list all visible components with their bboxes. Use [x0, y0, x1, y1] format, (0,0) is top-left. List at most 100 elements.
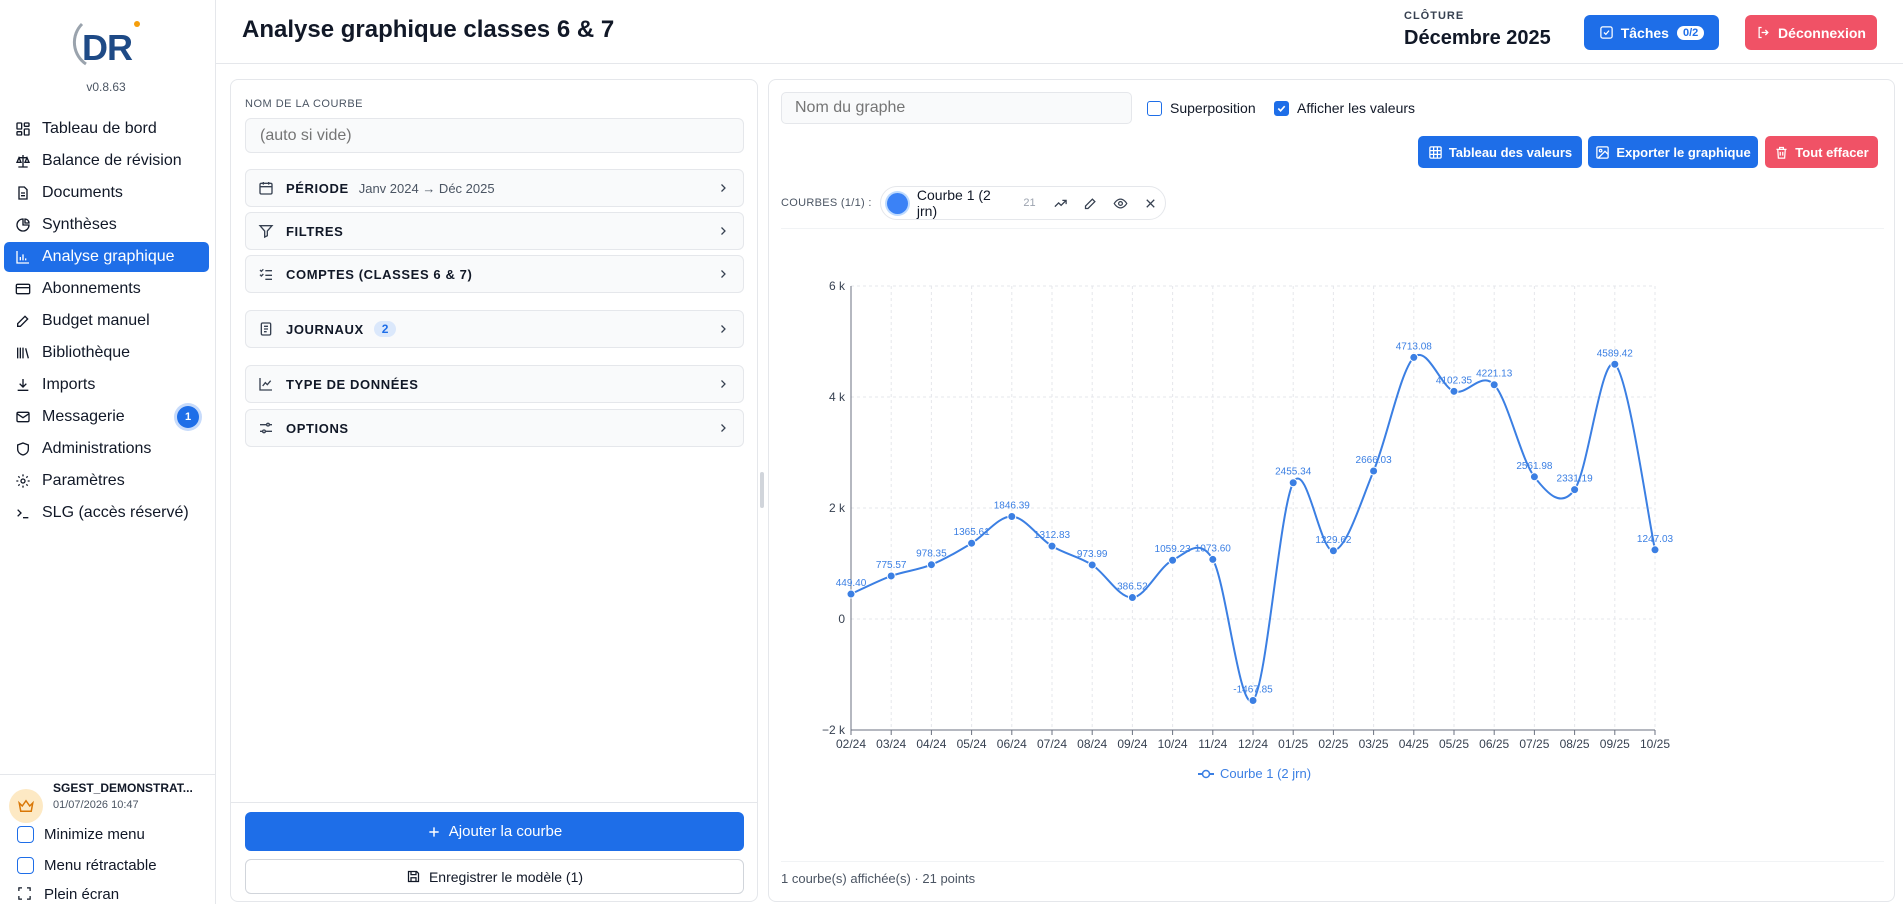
curve-color-dot[interactable]	[887, 192, 908, 214]
data-label: -1467.85	[1233, 684, 1273, 695]
save-model-button[interactable]: Enregistrer le modèle (1)	[245, 859, 744, 894]
user-box[interactable]: SGEST_DEMONSTRAT... 01/07/2026 10:47	[0, 774, 216, 823]
chart-panel: Superposition Afficher les valeurs Table…	[768, 79, 1895, 902]
sidebar-item-documents[interactable]: Documents	[4, 178, 209, 208]
section-journaux-title: JOURNAUX	[286, 321, 364, 337]
curve-name-input[interactable]	[245, 118, 744, 153]
data-point	[926, 560, 936, 570]
sidebar-item-label: Bibliothèque	[42, 344, 131, 361]
trend-icon[interactable]	[1046, 196, 1076, 211]
data-point	[1529, 472, 1539, 482]
data-point	[1047, 541, 1057, 551]
dashboard-icon	[13, 119, 33, 139]
sidebar-item-label: Tableau de bord	[42, 120, 157, 137]
main-nav: Tableau de bord Balance de révision Docume…	[4, 114, 209, 530]
data-point	[846, 589, 856, 599]
data-label: 4713.08	[1396, 341, 1433, 352]
sidebar-item-messagerie[interactable]: Messagerie 1	[4, 402, 209, 432]
sidebar-item-administrations[interactable]: Administrations	[4, 434, 209, 464]
sidebar-item-budget-manuel[interactable]: Budget manuel	[4, 306, 209, 336]
retractable-menu-toggle[interactable]: Menu rétractable	[17, 857, 157, 874]
section-type-donnees[interactable]: TYPE DE DONNÉES	[245, 365, 744, 403]
cloture-value: Décembre 2025	[1404, 27, 1551, 49]
data-point	[1610, 359, 1620, 369]
app-version: v0.8.63	[86, 80, 126, 94]
values-table-button[interactable]: Tableau des valeurs	[1418, 136, 1582, 168]
sidebar-item-label: Paramètres	[42, 472, 125, 489]
section-journaux[interactable]: JOURNAUX 2	[245, 310, 744, 348]
section-options[interactable]: OPTIONS	[245, 409, 744, 447]
y-tick-label: −2 k	[822, 723, 846, 737]
x-tick-label: 04/25	[1399, 737, 1429, 751]
data-point	[1087, 560, 1097, 570]
sidebar-item-abonnements[interactable]: Abonnements	[4, 274, 209, 304]
sidebar-item-bibliotheque[interactable]: Bibliothèque	[4, 338, 209, 368]
data-label: 4589.42	[1597, 348, 1634, 359]
section-filtres[interactable]: FILTRES	[245, 212, 744, 250]
sidebar-item-slg-acces-reserve[interactable]: SLG (accès réservé)	[4, 498, 209, 528]
fullscreen-button[interactable]: Plein écran	[17, 886, 119, 903]
legend-label: Courbe 1 (2 jrn)	[1220, 766, 1311, 781]
eye-icon[interactable]	[1105, 196, 1135, 211]
section-periode-range: Janv 2024 → Déc 2025	[358, 180, 495, 196]
legend-marker	[1201, 769, 1211, 779]
x-tick-label: 09/24	[1117, 737, 1147, 751]
data-label: 2561.98	[1516, 461, 1553, 472]
superposition-toggle[interactable]: Superposition	[1147, 100, 1256, 116]
data-point	[1208, 554, 1218, 564]
pie-chart-icon	[13, 215, 33, 235]
library-icon	[13, 343, 33, 363]
sidebar-item-balance-de-revision[interactable]: Balance de révision	[4, 146, 209, 176]
sidebar-item-parametres[interactable]: Paramètres	[4, 466, 209, 496]
header-divider	[216, 63, 1903, 64]
logout-button[interactable]: Déconnexion	[1745, 15, 1877, 50]
chevron-right-icon	[721, 227, 726, 235]
tasks-button[interactable]: Tâches 0/2	[1584, 15, 1719, 50]
shield-icon	[13, 439, 33, 459]
x-tick-label: 08/25	[1560, 737, 1590, 751]
svg-text:R: R	[107, 27, 133, 68]
data-label: 973.99	[1077, 549, 1108, 560]
show-values-toggle[interactable]: Afficher les valeurs	[1274, 100, 1415, 116]
add-curve-button[interactable]: Ajouter la courbe	[245, 812, 744, 851]
close-icon[interactable]	[1135, 196, 1165, 211]
x-tick-label: 07/24	[1037, 737, 1067, 751]
section-comptes[interactable]: COMPTES (CLASSES 6 & 7)	[245, 255, 744, 293]
minimize-menu-checkbox[interactable]	[17, 826, 34, 843]
show-values-checkbox[interactable]	[1274, 100, 1289, 116]
data-point	[1127, 593, 1137, 603]
minimize-menu-toggle[interactable]: Minimize menu	[17, 826, 145, 843]
section-periode[interactable]: PÉRIODE Janv 2024 → Déc 2025	[245, 169, 744, 207]
clear-all-button[interactable]: Tout effacer	[1765, 136, 1878, 168]
section-filtres-title: FILTRES	[286, 223, 344, 239]
gear-icon	[13, 471, 33, 491]
unread-badge: 1	[177, 406, 199, 428]
app-logo[interactable]: D R	[68, 14, 148, 74]
data-point	[1409, 352, 1419, 362]
superposition-label: Superposition	[1170, 100, 1256, 116]
graph-name-input[interactable]	[781, 92, 1132, 124]
export-chart-button[interactable]: Exporter le graphique	[1588, 136, 1758, 168]
x-tick-label: 10/25	[1640, 737, 1670, 751]
x-tick-label: 04/24	[916, 737, 946, 751]
panel-resize-handle[interactable]	[760, 472, 764, 508]
data-point	[886, 571, 896, 581]
data-label: 449.40	[836, 578, 867, 589]
sidebar-item-syntheses[interactable]: Synthèses	[4, 210, 209, 240]
fullscreen-icon	[17, 886, 34, 903]
section-comptes-title: COMPTES (CLASSES 6 & 7)	[286, 266, 473, 282]
curve-chip[interactable]: Courbe 1 (2 jrn) 21	[880, 186, 1166, 220]
x-tick-label: 02/24	[836, 737, 866, 751]
retractable-menu-checkbox[interactable]	[17, 857, 34, 874]
sidebar-item-analyse-graphique[interactable]: Analyse graphique	[4, 242, 209, 272]
x-tick-label: 03/24	[876, 737, 906, 751]
edit-icon[interactable]	[1076, 196, 1106, 211]
superposition-checkbox[interactable]	[1147, 100, 1162, 116]
y-tick-label: 6 k	[829, 279, 846, 293]
sidebar-item-imports[interactable]: Imports	[4, 370, 209, 400]
data-point	[1328, 546, 1338, 556]
chips-divider	[781, 228, 1884, 229]
sidebar-item-label: Analyse graphique	[42, 248, 175, 265]
chevron-right-icon	[721, 424, 726, 432]
sidebar-item-tableau-de-bord[interactable]: Tableau de bord	[4, 114, 209, 144]
